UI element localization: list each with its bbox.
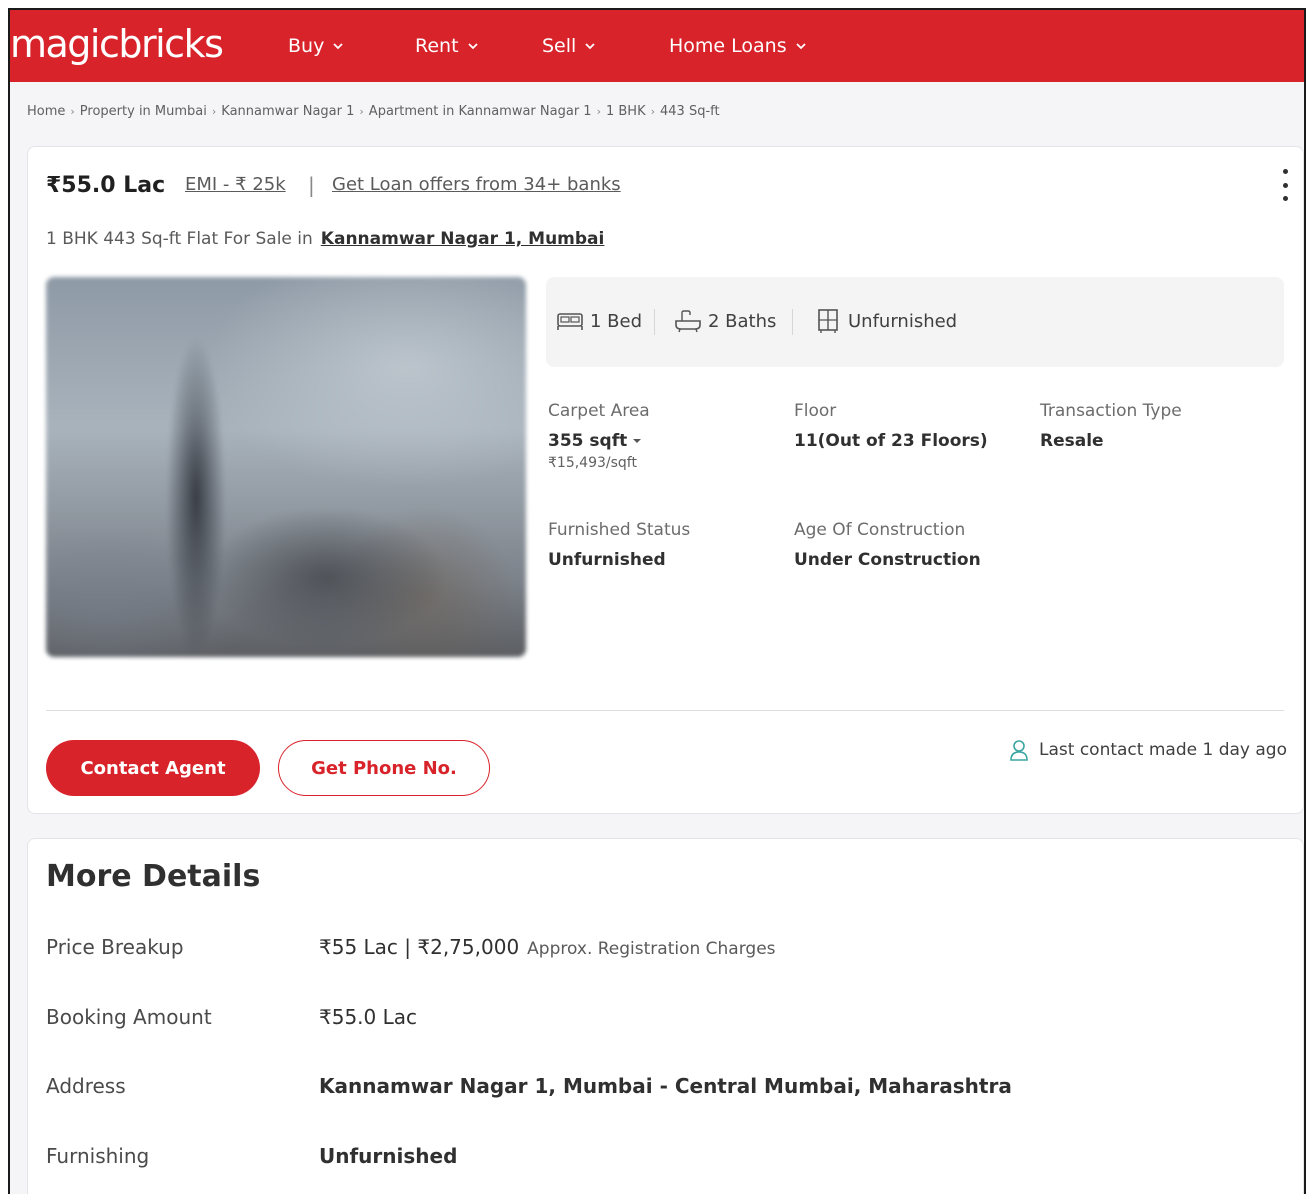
last-contact-info: Last contact made 1 day ago (1009, 739, 1287, 761)
breadcrumb-locality[interactable]: Kannamwar Nagar 1 (221, 104, 354, 119)
chevron-down-icon (585, 43, 595, 50)
spec-furnished-status: Furnished Status Unfurnished (548, 520, 690, 570)
bathtub-icon (675, 310, 701, 333)
spec-age-of-construction: Age Of Construction Under Construction (794, 520, 981, 570)
spec-label: Age Of Construction (794, 520, 966, 540)
breadcrumb-separator: › (596, 105, 601, 118)
user-icon (1010, 740, 1028, 761)
nav-sell-label: Sell (542, 35, 577, 57)
detail-key: Furnishing (46, 1144, 150, 1168)
spec-carpet-area: Carpet Area 355 sqft ₹15,493/sqft (548, 401, 650, 471)
amenity-bed-label: 1 Bed (590, 310, 643, 332)
wardrobe-icon (818, 309, 838, 333)
breadcrumb-bhk[interactable]: 1 BHK (606, 104, 646, 119)
spec-floor: Floor 11(Out of 23 Floors) (794, 401, 988, 451)
amenity-bed: 1 Bed (556, 308, 642, 334)
contact-agent-button[interactable]: Contact Agent (46, 740, 260, 796)
emi-link[interactable]: EMI - ₹ 25k (185, 174, 286, 195)
amenity-divider (654, 309, 655, 335)
chevron-down-icon (333, 43, 343, 50)
nav-rent-label: Rent (415, 35, 459, 57)
breadcrumb-home[interactable]: Home (27, 104, 65, 119)
divider-pipe: | (308, 173, 315, 197)
spec-value: 355 sqft (548, 431, 628, 451)
breadcrumb-separator: › (359, 105, 364, 118)
amenity-furnishing-label: Unfurnished (848, 310, 958, 332)
spec-value: Under Construction (794, 550, 981, 570)
detail-key: Booking Amount (46, 1005, 212, 1029)
page-frame: magicbricks Buy Rent Sell Home Loans Hom… (8, 8, 1306, 1194)
carpet-area-value[interactable]: 355 sqft (548, 431, 650, 451)
get-phone-button[interactable]: Get Phone No. (278, 740, 490, 796)
top-navbar: magicbricks Buy Rent Sell Home Loans (10, 10, 1304, 82)
nav-buy-label: Buy (288, 35, 325, 57)
detail-key: Address (46, 1074, 126, 1098)
last-contact-text: Last contact made 1 day ago (1039, 740, 1287, 760)
nav-home-loans[interactable]: Home Loans (669, 35, 807, 57)
spec-label: Transaction Type (1040, 401, 1182, 421)
loan-offers-link[interactable]: Get Loan offers from 34+ banks (332, 174, 621, 195)
more-details-section: More Details Price Breakup ₹55 Lac | ₹2,… (27, 838, 1304, 1194)
spec-value: 11(Out of 23 Floors) (794, 431, 988, 451)
price-per-sqft: ₹15,493/sqft (548, 455, 637, 471)
more-options-icon[interactable] (1279, 169, 1291, 201)
amenities-bar: 1 Bed 2 Baths Unfurnished (546, 277, 1284, 367)
listing-title: 1 BHK 443 Sq-ft Flat For Sale in (46, 229, 313, 249)
amenity-furnishing: Unfurnished (814, 308, 957, 334)
amenity-divider (792, 309, 793, 335)
price-breakup-value: ₹55 Lac | ₹2,75,000 (319, 935, 520, 959)
nav-sell[interactable]: Sell (542, 35, 596, 57)
breadcrumb: Home › Property in Mumbai › Kannamwar Na… (27, 104, 720, 119)
spec-label: Carpet Area (548, 401, 650, 421)
breadcrumb-separator: › (650, 105, 656, 118)
listing-subtitle: 1 BHK 443 Sq-ft Flat For Sale in Kannamwa… (46, 229, 604, 249)
breadcrumb-separator: › (211, 105, 217, 118)
detail-value: ₹55 Lac | ₹2,75,000 Approx. Registration … (319, 935, 776, 959)
listing-price: ₹55.0 Lac (46, 173, 166, 198)
breadcrumb-property-city[interactable]: Property in Mumbai (80, 104, 207, 119)
spec-value: Resale (1040, 431, 1104, 451)
card-divider (46, 710, 1284, 711)
registration-note: Approx. Registration Charges (527, 939, 776, 959)
caret-down-icon[interactable] (633, 439, 642, 443)
magicbricks-logo[interactable]: magicbricks (10, 22, 224, 66)
nav-buy[interactable]: Buy (288, 35, 344, 57)
property-photo[interactable] (46, 277, 526, 657)
nav-rent[interactable]: Rent (415, 35, 479, 57)
spec-value: Unfurnished (548, 550, 666, 570)
breadcrumb-apartment[interactable]: Apartment in Kannamwar Nagar 1 (369, 104, 592, 119)
more-details-heading: More Details (46, 859, 261, 894)
detail-value: Unfurnished (319, 1144, 458, 1168)
chevron-down-icon (467, 43, 478, 50)
bed-icon (557, 313, 583, 330)
chevron-down-icon (795, 43, 806, 50)
spec-label: Furnished Status (548, 520, 691, 540)
breadcrumb-separator: › (70, 105, 75, 118)
detail-key: Price Breakup (46, 935, 184, 959)
listing-location-link[interactable]: Kannamwar Nagar 1, Mumbai (321, 229, 605, 249)
detail-value: Kannamwar Nagar 1, Mumbai - Central Mumb… (319, 1074, 1012, 1098)
amenity-bath: 2 Baths (674, 308, 776, 334)
breadcrumb-area: 443 Sq-ft (660, 104, 720, 119)
spec-label: Floor (794, 401, 837, 421)
listing-card: ₹55.0 Lac EMI - ₹ 25k | Get Loan offers … (27, 146, 1304, 814)
amenity-bath-label: 2 Baths (708, 310, 777, 332)
detail-value: ₹55.0 Lac (319, 1005, 418, 1029)
spec-transaction-type: Transaction Type Resale (1040, 401, 1182, 451)
nav-home-loans-label: Home Loans (669, 35, 787, 57)
